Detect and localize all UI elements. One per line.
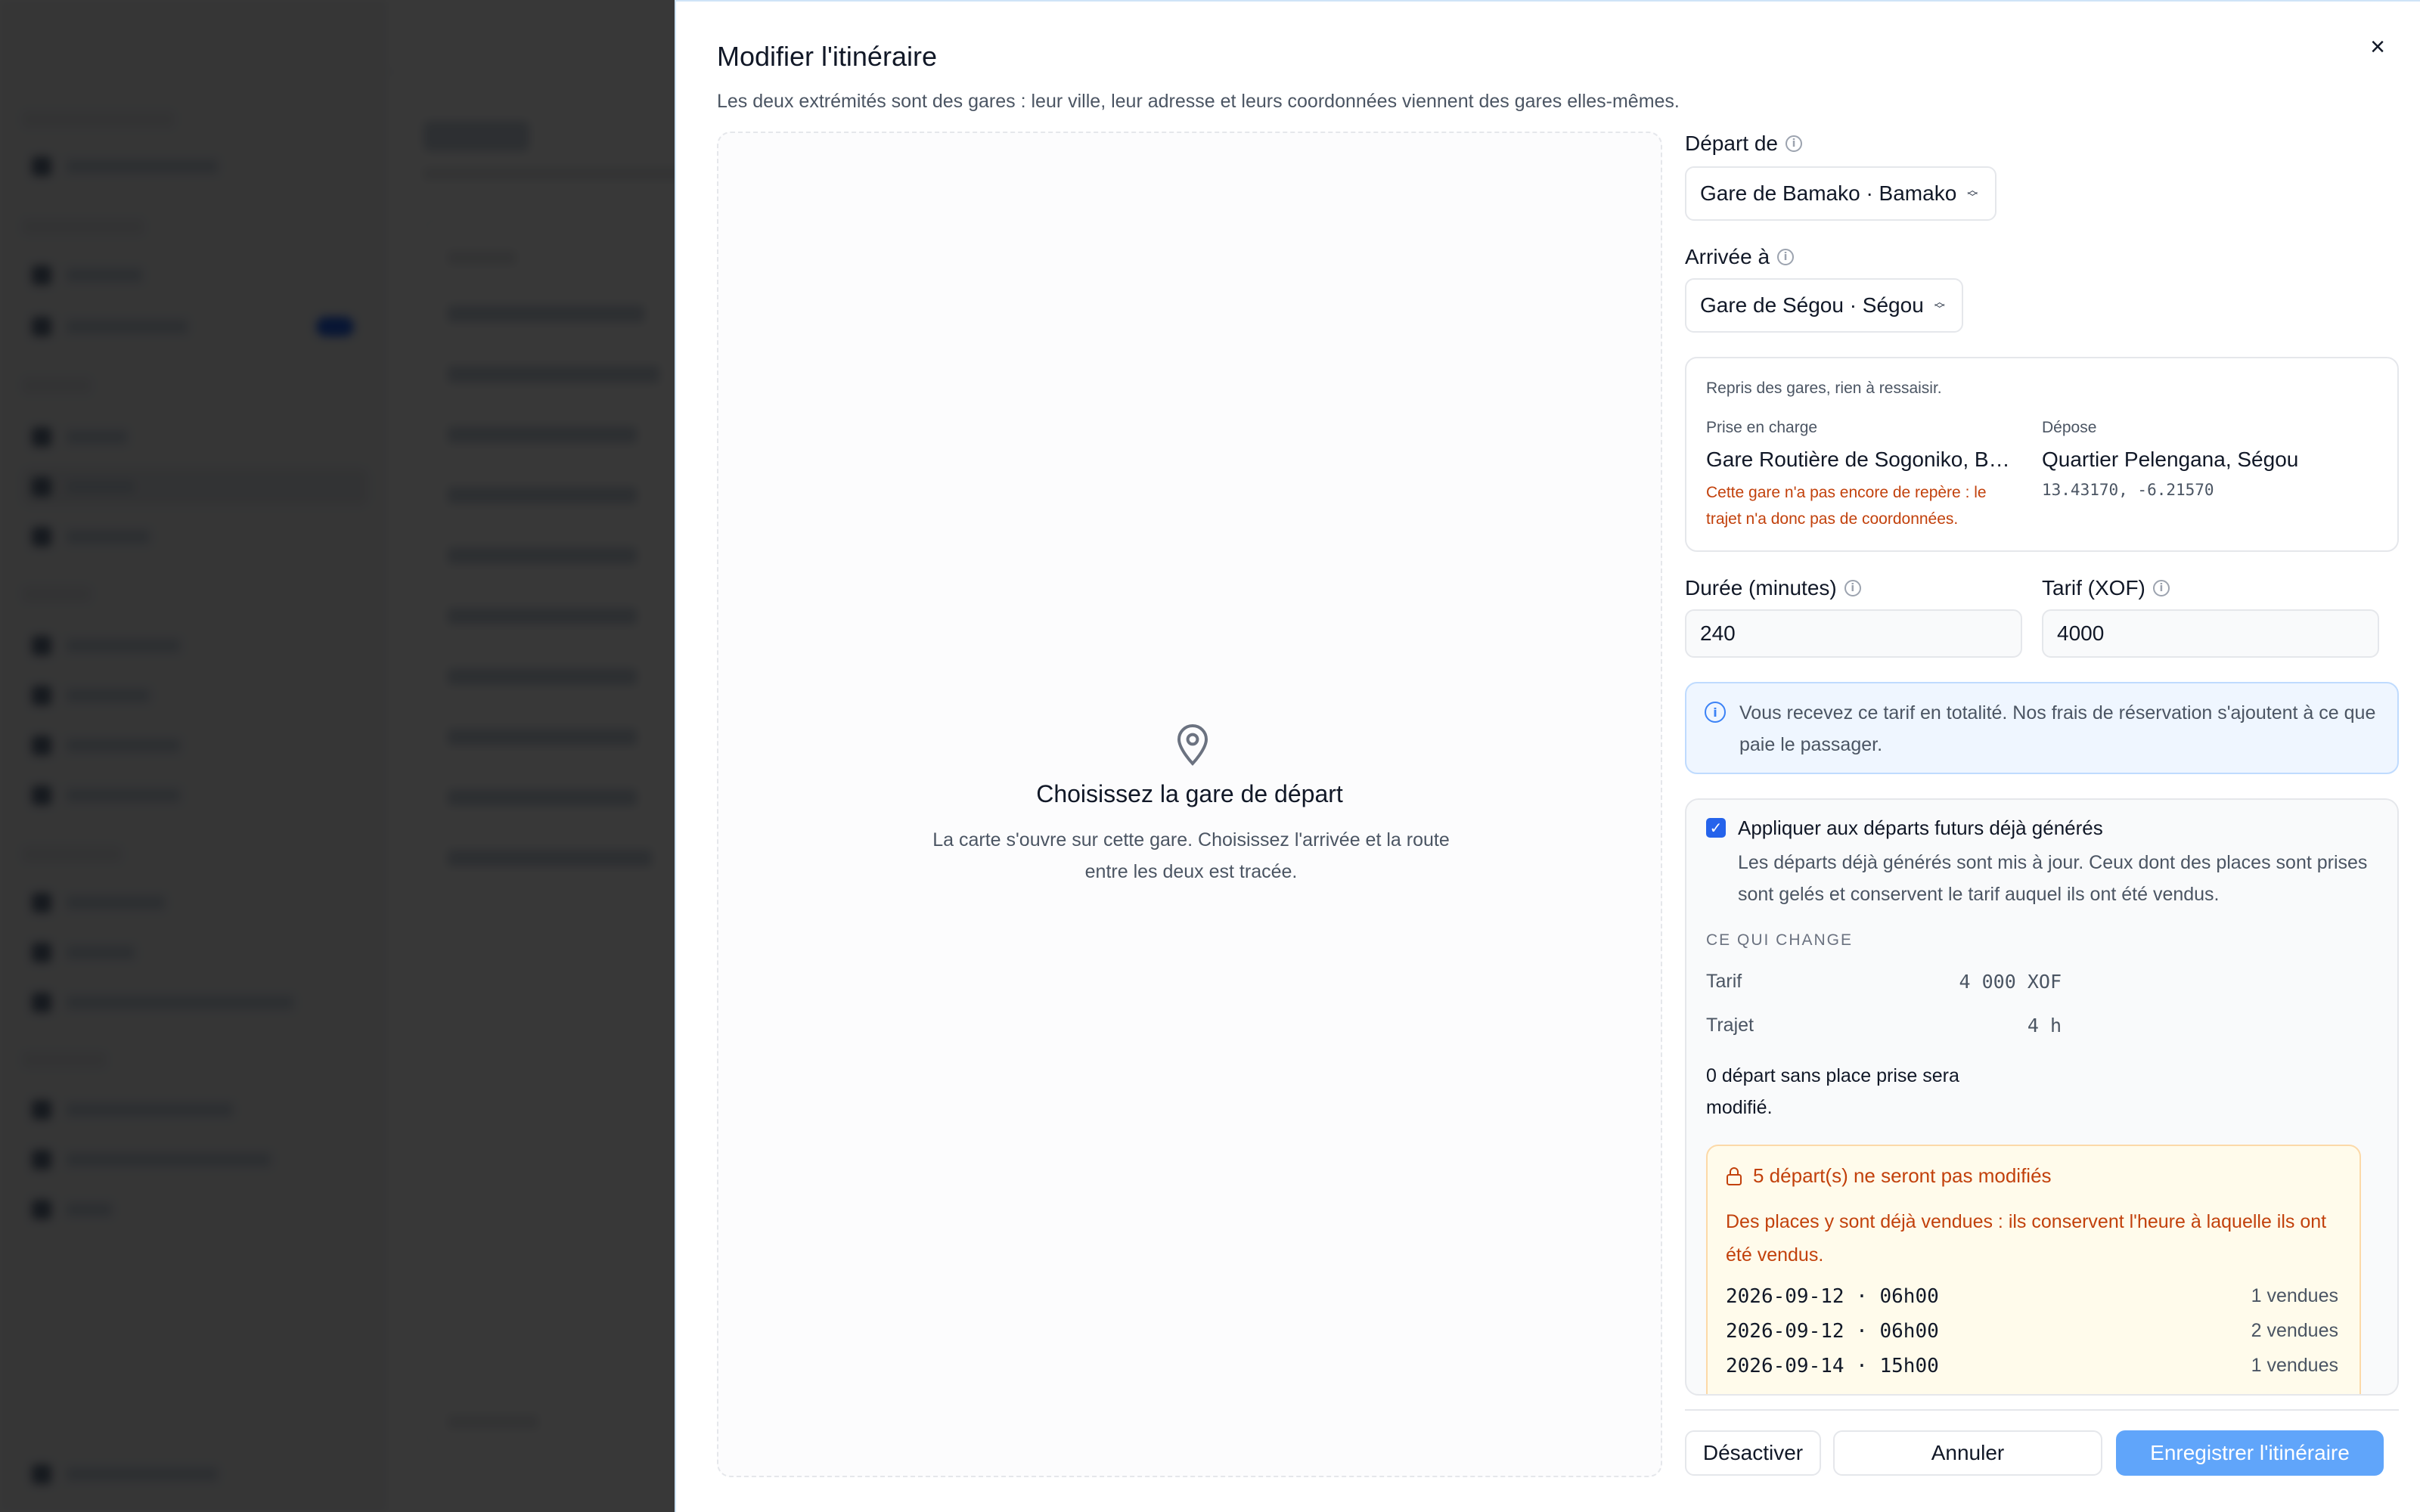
changes-section-title: CE QUI CHANGE bbox=[1706, 931, 1854, 949]
stations-summary-card: Repris des gares, rien à ressaisir. Pris… bbox=[1685, 357, 2399, 552]
fare-label: Tarif (XOF) i bbox=[2042, 576, 2170, 600]
changes-summary: 0 départ sans place prise sera modifié. bbox=[1706, 1065, 1959, 1118]
chevron-up-down-icon: ︿ ﹀ bbox=[1967, 184, 1978, 203]
change-duration-value: 4 h bbox=[2027, 1015, 2062, 1036]
duration-input[interactable]: 240 bbox=[1685, 609, 2022, 658]
cancel-button[interactable]: Annuler bbox=[1833, 1430, 2102, 1476]
pickup-warning: Cette gare n'a pas encore de repère : le… bbox=[1706, 484, 1987, 528]
fare-info-text: Vous recevez ce tarif en totalité. Nos f… bbox=[1739, 702, 2376, 755]
footer-divider bbox=[1685, 1409, 2399, 1411]
duration-label-text: Durée (minutes) bbox=[1685, 576, 1837, 600]
change-fare-label: Tarif bbox=[1706, 971, 1742, 992]
change-duration-label: Trajet bbox=[1706, 1015, 1754, 1036]
apply-future-departures-card: ✓ Appliquer aux départs futurs déjà géné… bbox=[1685, 798, 2399, 1396]
save-route-button[interactable]: Enregistrer l'itinéraire bbox=[2116, 1430, 2384, 1476]
frozen-departure-sold: 1 vendues bbox=[2251, 1285, 2338, 1306]
arrival-label: Arrivée à i bbox=[1685, 245, 1795, 269]
apply-future-title[interactable]: Appliquer aux départs futurs déjà généré… bbox=[1738, 816, 2103, 840]
deactivate-button[interactable]: Désactiver bbox=[1685, 1430, 1821, 1476]
route-map-placeholder[interactable]: Choisissez la gare de départ La carte s'… bbox=[717, 132, 1662, 1477]
fare-label-text: Tarif (XOF) bbox=[2042, 576, 2145, 600]
apply-future-description: Les départs déjà générés sont mis à jour… bbox=[1738, 852, 2368, 905]
lock-icon bbox=[1727, 1167, 1742, 1185]
stations-note: Repris des gares, rien à ressaisir. bbox=[1706, 380, 1942, 397]
duration-label: Durée (minutes) i bbox=[1685, 576, 1861, 600]
arrival-select-value: Gare de Ségou · Ségou bbox=[1700, 293, 1924, 317]
info-icon[interactable]: i bbox=[1785, 135, 1802, 152]
edit-route-dialog: × Modifier l'itinéraire Les deux extrémi… bbox=[675, 0, 2420, 1512]
frozen-departures-title: 5 départ(s) ne seront pas modifiés bbox=[1726, 1164, 2052, 1188]
frozen-departure-date: 2026-09-12 · 06h00 bbox=[1726, 1285, 1939, 1308]
frozen-departures-warning: 5 départ(s) ne seront pas modifiés Des p… bbox=[1706, 1145, 2361, 1394]
frozen-departures-title-text: 5 départ(s) ne seront pas modifiés bbox=[1753, 1164, 2052, 1187]
frozen-departure-row: 2026-09-12 · 06h00 2 vendues bbox=[1726, 1320, 2338, 1343]
map-placeholder-title: Choisissez la gare de départ bbox=[1036, 780, 1343, 807]
fare-info-box: i Vous recevez ce tarif en totalité. Nos… bbox=[1685, 682, 2399, 774]
dropoff-coordinates: 13.43170, -6.21570 bbox=[2042, 481, 2214, 499]
info-icon[interactable]: i bbox=[2152, 580, 2170, 596]
pickup-value: Gare Routière de Sogoniko, Ba... bbox=[1706, 448, 2016, 471]
frozen-departure-row: 2026-09-14 · 15h00 1 vendues bbox=[1726, 1355, 2338, 1377]
frozen-departure-sold: 2 vendues bbox=[2251, 1320, 2338, 1341]
departure-select[interactable]: Gare de Bamako · Bamako ︿ ﹀ bbox=[1685, 166, 1996, 221]
dialog-description: Les deux extrémités sont des gares : leu… bbox=[717, 91, 1680, 112]
arrival-select[interactable]: Gare de Ségou · Ségou ︿ ﹀ bbox=[1685, 278, 1963, 333]
departure-label-text: Départ de bbox=[1685, 132, 1778, 155]
departure-select-value: Gare de Bamako · Bamako bbox=[1700, 181, 1957, 205]
frozen-departure-date: 2026-09-12 · 06h00 bbox=[1726, 1320, 1939, 1343]
frozen-departures-text: Des places y sont déjà vendues : ils con… bbox=[1726, 1211, 2327, 1266]
frozen-departure-sold: 1 vendues bbox=[2251, 1355, 2338, 1376]
dialog-title: Modifier l'itinéraire bbox=[717, 41, 937, 72]
arrival-label-text: Arrivée à bbox=[1685, 245, 1770, 268]
dropoff-label: Dépose bbox=[2042, 419, 2097, 436]
info-icon[interactable]: i bbox=[1777, 249, 1795, 265]
chevron-up-down-icon: ︿ ﹀ bbox=[1934, 296, 1945, 315]
info-icon[interactable]: i bbox=[1844, 580, 1861, 596]
change-fare-value: 4 000 XOF bbox=[1959, 971, 2062, 993]
pickup-label: Prise en charge bbox=[1706, 419, 1818, 436]
dropoff-value: Quartier Pelengana, Ségou bbox=[2042, 448, 2299, 471]
frozen-departure-row: 2026-09-12 · 06h00 1 vendues bbox=[1726, 1285, 2338, 1308]
map-placeholder-text: La carte s'ouvre sur cette gare. Choisis… bbox=[932, 829, 1450, 882]
fare-input[interactable]: 4000 bbox=[2042, 609, 2379, 658]
frozen-departure-date: 2026-09-14 · 15h00 bbox=[1726, 1355, 1939, 1377]
route-form: Départ de i Gare de Bamako · Bamako ︿ ﹀ A… bbox=[1685, 2, 2399, 1512]
info-circle-icon: i bbox=[1705, 702, 1726, 723]
map-pin-icon bbox=[1177, 723, 1208, 766]
apply-future-checkbox[interactable]: ✓ bbox=[1706, 818, 1726, 838]
departure-label: Départ de i bbox=[1685, 132, 1802, 156]
